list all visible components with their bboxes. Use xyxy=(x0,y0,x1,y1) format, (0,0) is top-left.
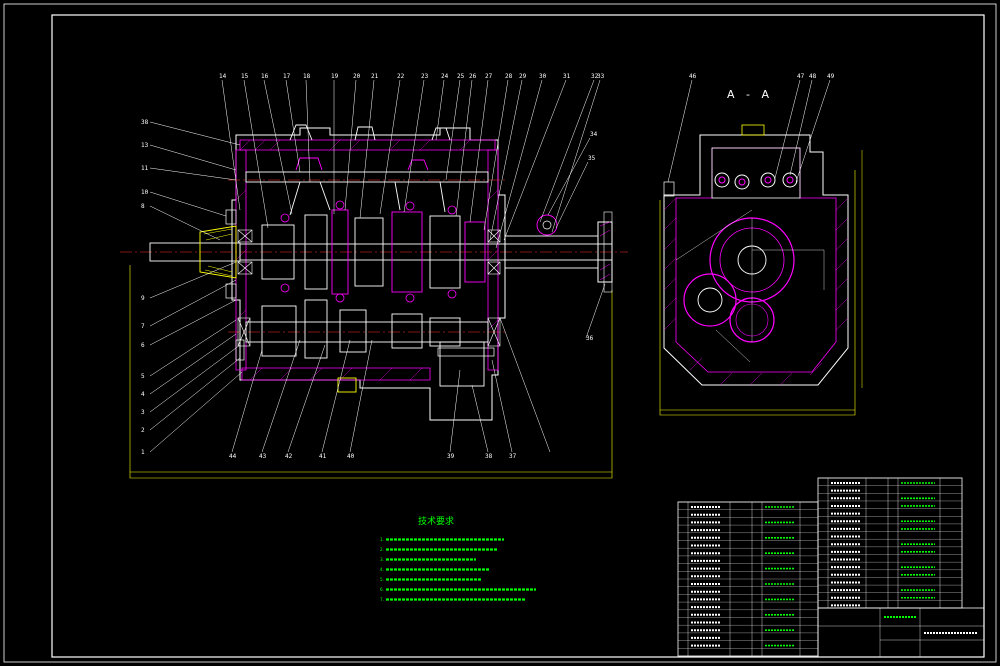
section-left-bolt xyxy=(663,181,675,197)
part-label-top: 28 xyxy=(505,73,513,80)
housing-wall-bottom xyxy=(241,367,431,381)
part-label-top: 21 xyxy=(371,73,379,80)
section-counter-shaft xyxy=(697,287,723,313)
part-label-top: 18 xyxy=(303,73,311,80)
part-label-left: 10 xyxy=(141,189,149,196)
section-dimension-boundary xyxy=(659,170,856,416)
input-cover-hatch xyxy=(203,228,233,277)
tech-line-number: 5. xyxy=(380,577,384,582)
tech-line-number: 4. xyxy=(380,567,384,572)
part-label-left: 2 xyxy=(141,427,145,434)
part-label-top: 19 xyxy=(331,73,339,80)
part-label-top: 30 xyxy=(539,73,547,80)
section-view xyxy=(659,124,863,416)
reverse-shaft xyxy=(437,347,495,357)
title-block xyxy=(817,607,985,658)
section-housing xyxy=(663,134,849,386)
part-label-top: 31 xyxy=(563,73,571,80)
part-label-bottom: 42 xyxy=(285,453,293,460)
part-label-left: 11 xyxy=(141,165,149,172)
leaders-left xyxy=(149,121,243,453)
part-label-bottom: 38 xyxy=(485,453,493,460)
tech-line-number: 6. xyxy=(380,587,384,592)
part-label-left: 8 xyxy=(141,203,145,210)
section-shift-rods xyxy=(714,172,798,190)
part-label-bottom: 44 xyxy=(229,453,237,460)
main-dimension-boundary xyxy=(129,265,613,479)
countershaft-gears xyxy=(261,299,461,359)
speedometer-gear-hub xyxy=(542,220,552,230)
leaders-bottom xyxy=(231,317,551,453)
part-label-top: 20 xyxy=(353,73,361,80)
reverse-idler xyxy=(439,341,485,387)
section-breather xyxy=(741,124,765,136)
leaders-right xyxy=(547,137,606,339)
part-label-bottom: 43 xyxy=(259,453,267,460)
section-title: A - A xyxy=(727,88,773,101)
part-label-section: 49 xyxy=(827,73,835,80)
part-label-top: 25 xyxy=(457,73,465,80)
drawing-canvas: 14 15 16 17 18 19 20 21 22 23 24 25 26 27 28 29 30 31 3233… xyxy=(3,3,997,663)
bom-rows-left xyxy=(678,501,818,649)
bom-rows-right xyxy=(818,477,962,601)
section-counter-gear xyxy=(683,273,737,327)
part-label-section: 47 xyxy=(797,73,805,80)
part-label-left: 9 xyxy=(141,295,145,302)
output-flange-hatch xyxy=(599,221,611,281)
part-label-top: 15 xyxy=(241,73,249,80)
part-label-left: 4 xyxy=(141,391,145,398)
part-label-top: 23 xyxy=(421,73,429,80)
part-label-section: 46 xyxy=(689,73,697,80)
tech-line-number: 1. xyxy=(380,537,384,542)
part-label-bottom: 39 xyxy=(447,453,455,460)
part-label-bottom: 40 xyxy=(347,453,355,460)
part-label-top: 26 xyxy=(469,73,477,80)
bom-table xyxy=(677,477,985,658)
tech-lines: 1. 2. 3. 4. 5. 6. 7. xyxy=(380,537,536,602)
technical-requirements: 技术要求 1. 2. 3. 4. 5. 6. 7. xyxy=(380,515,536,602)
bom-right-frame xyxy=(817,477,963,609)
part-label-top: 22 xyxy=(397,73,405,80)
part-label-top: 27 xyxy=(485,73,493,80)
part-label-top: 33 xyxy=(597,73,605,80)
part-label-top: 24 xyxy=(441,73,449,80)
tech-line-number: 3. xyxy=(380,557,384,562)
part-label-left: 3 xyxy=(141,409,145,416)
tech-line-number: 2. xyxy=(380,547,384,552)
part-label-section: 48 xyxy=(809,73,817,80)
part-label-left: 5 xyxy=(141,373,145,380)
part-label-bottom: 37 xyxy=(509,453,517,460)
bom-marks xyxy=(691,482,978,647)
part-label-top: 17 xyxy=(283,73,291,80)
part-label-left: 38 xyxy=(141,119,149,126)
bearings xyxy=(237,229,501,347)
part-label-right: 36 xyxy=(586,335,594,342)
section-top-cover xyxy=(711,147,801,199)
section-construction-lines xyxy=(675,209,825,363)
part-label-left: 13 xyxy=(141,142,149,149)
part-label-right: 35 xyxy=(588,155,596,162)
part-label-top: 29 xyxy=(519,73,527,80)
part-label-top: 16 xyxy=(261,73,269,80)
inner-frame xyxy=(51,14,985,658)
part-label-bottom: 41 xyxy=(319,453,327,460)
part-label-right: 34 xyxy=(590,131,598,138)
tech-line-number: 7. xyxy=(380,597,384,602)
part-label-left: 1 xyxy=(141,449,145,456)
part-label-top: 14 xyxy=(219,73,227,80)
tech-requirements-title: 技术要求 xyxy=(418,515,454,527)
part-label-left: 6 xyxy=(141,342,145,349)
part-label-left: 7 xyxy=(141,323,145,330)
